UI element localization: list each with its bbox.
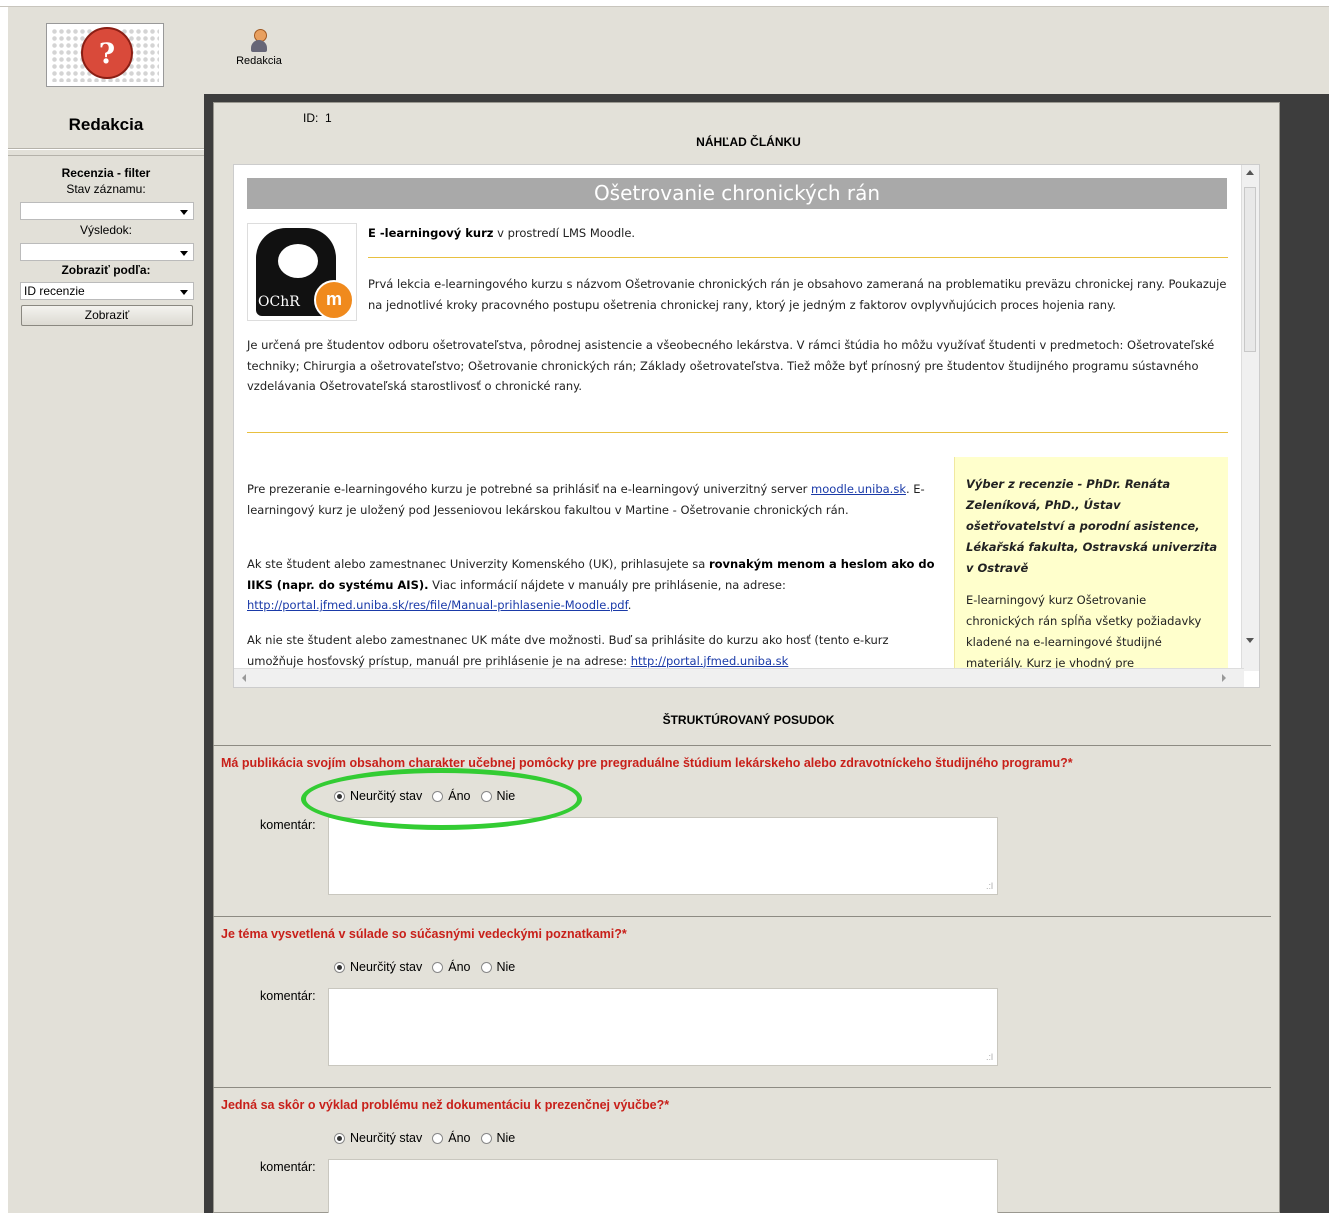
radio-nie[interactable] [480,1132,492,1144]
course-logo-image: OChR m [247,223,357,321]
divider [368,257,1228,258]
divider [213,745,1271,746]
article-paragraph: Prvá lekcia e-learningového kurzu s názv… [368,277,1227,312]
redakcia-nav-item[interactable]: Redakcia [229,29,289,67]
divider [247,432,1228,433]
review-text: E-learningový kurz Ošetrovanie chronický… [966,593,1202,670]
radio-label: Nie [496,960,516,974]
course-logo-text: OChR [258,294,300,310]
scroll-left-icon[interactable] [242,674,246,682]
divider [213,916,1271,917]
moodle-icon: m [314,280,354,320]
article-paragraph: Pre prezeranie e-learningového kurzu je … [247,482,925,517]
radio-label: Neurčitý stav [350,960,423,974]
comment-label: komentár: [260,1160,316,1174]
zobrazit-button[interactable]: Zobraziť [21,305,193,326]
filter-title: Recenzia - filter [?] [8,166,243,180]
user-icon [250,29,268,53]
stav-select[interactable] [20,202,194,220]
vysledok-label: Výsledok: [79,223,133,237]
radio-label: Áno [448,960,471,974]
manual-link[interactable]: http://portal.jfmed.uniba.sk/res/file/Ma… [247,598,628,612]
zobrazit-label: Zobraziť podľa: [61,263,151,277]
question-1: Má publikácia svojím obsahom charakter u… [221,756,1073,770]
resize-grip-icon[interactable]: .:l [986,881,993,891]
review-excerpt-box: Výber z recenzie - PhDr. Renáta Zeleníko… [954,457,1228,687]
comment-label: komentár: [260,989,316,1003]
radio-ano[interactable] [432,961,444,973]
divider [8,155,204,156]
id-field: ID: 1 [303,111,332,125]
sidebar: Redakcia Recenzia - filter [?] Stav zázn… [8,94,243,1213]
article-preview[interactable]: Ošetrovanie chronických rán OChR m E -le… [233,164,1260,688]
article-paragraph: Ak nie ste študent alebo zamestnanec UK … [247,633,889,668]
question-2: Je téma vysvetlená v súlade so súčasnými… [221,927,627,941]
highlight-ellipse [301,768,582,830]
radio-label: Nie [496,1131,516,1145]
sidebar-title: Redakcia [68,115,144,134]
scroll-thumb[interactable] [1244,187,1256,352]
radio-label: Neurčitý stav [350,1131,423,1145]
radio-neurcity[interactable] [334,1132,345,1144]
header-bar: ? Redakcia [8,7,1329,94]
question-3-options: Neurčitý stav Áno Nie [334,1131,525,1145]
redakcia-nav-label: Redakcia [236,55,282,67]
divider [213,1087,1271,1088]
radio-nie[interactable] [480,961,492,973]
stav-label: Stav záznamu: [66,182,146,196]
article-title: Ošetrovanie chronických rán [247,178,1227,209]
portal-link[interactable]: http://portal.jfmed.uniba.sk [631,654,789,668]
scroll-right-icon[interactable] [1222,674,1226,682]
horizontal-scrollbar[interactable] [234,668,1244,687]
review-heading: Výber z recenzie - PhDr. Renáta Zeleníko… [966,477,1218,575]
article-paragraph: Je určená pre študentov odboru ošetrovat… [247,338,1215,393]
article-lead: E -learningový kurz v prostredí LMS Mood… [368,226,636,240]
radio-ano[interactable] [432,1132,444,1144]
question-2-options: Neurčitý stav Áno Nie [334,960,525,974]
radio-neurcity[interactable] [334,961,345,973]
preview-heading: NÁHĽAD ČLÁNKU [696,135,801,149]
article-paragraph: Ak ste študent alebo zamestnanec Univerz… [247,557,935,612]
scroll-up-icon[interactable] [1246,170,1254,175]
top-border [0,0,1329,7]
comment-label: komentár: [260,818,316,832]
comment-textarea[interactable]: .:l [328,988,998,1066]
vysledok-select[interactable] [20,243,194,261]
zobrazit-select[interactable]: ID recenzie [20,282,194,300]
vertical-scrollbar[interactable] [1241,165,1259,671]
radio-label: Áno [448,1131,471,1145]
comment-textarea[interactable] [328,1159,998,1213]
site-logo[interactable]: ? [46,23,164,87]
scroll-down-icon[interactable] [1246,638,1254,643]
resize-grip-icon[interactable]: .:l [986,1052,993,1062]
structured-review-heading: ŠTRUKTÚROVANÝ POSUDOK [662,713,835,727]
logo-emblem-icon: ? [81,27,133,79]
moodle-link[interactable]: moodle.uniba.sk [811,482,906,496]
question-3: Jedná sa skôr o výklad problému než doku… [221,1098,670,1112]
